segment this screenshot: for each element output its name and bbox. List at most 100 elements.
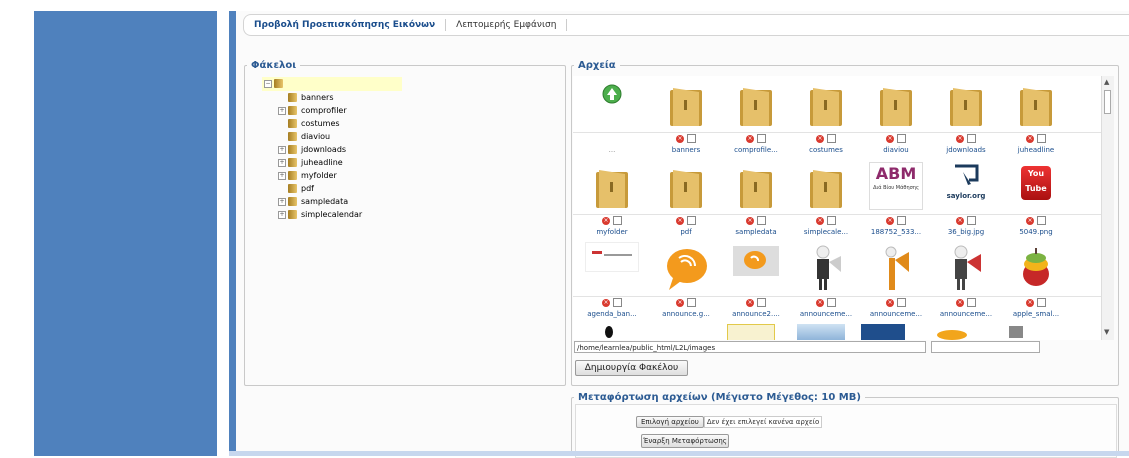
file-item-banners[interactable]: × banners — [651, 76, 721, 158]
file-name[interactable]: apple_smal... — [1003, 310, 1069, 318]
delete-icon[interactable]: × — [886, 298, 894, 307]
file-item-juheadline[interactable]: × juheadline — [1001, 76, 1071, 158]
select-checkbox[interactable] — [827, 298, 836, 307]
delete-icon[interactable]: × — [1026, 298, 1034, 307]
file-item-announcement-2[interactable]: × announceme... — [861, 240, 931, 322]
delete-icon[interactable]: × — [956, 216, 964, 225]
file-name[interactable]: 188752_533... — [863, 228, 929, 236]
file-item-announcement-3[interactable]: × announceme... — [931, 240, 1001, 322]
tree-item-sampledata[interactable]: + sampledata — [278, 197, 348, 206]
file-name[interactable]: announceme... — [933, 310, 999, 318]
delete-icon[interactable]: × — [602, 216, 610, 225]
tab-detail-view[interactable]: Λεπτομερής Εμφάνιση — [446, 19, 568, 31]
file-name[interactable]: banners — [653, 146, 719, 154]
file-item-announcement-1[interactable]: × announceme... — [791, 240, 861, 322]
delete-icon[interactable]: × — [1026, 216, 1034, 225]
file-item-announce2[interactable]: × announce2.... — [721, 240, 791, 322]
delete-icon[interactable]: × — [676, 298, 684, 307]
file-item-costumes[interactable]: × costumes — [791, 76, 861, 158]
tree-item-banners[interactable]: banners — [288, 93, 334, 102]
scroll-down-icon[interactable]: ▼ — [1104, 328, 1109, 336]
select-checkbox[interactable] — [613, 216, 622, 225]
file-item-announce-gif[interactable]: × announce.g... — [651, 240, 721, 322]
delete-icon[interactable]: × — [602, 298, 610, 307]
file-name[interactable]: juheadline — [1003, 146, 1069, 154]
delete-icon[interactable]: × — [746, 298, 754, 307]
file-grid-scrollbar[interactable]: ▲ ▼ — [1101, 76, 1114, 340]
select-checkbox[interactable] — [1037, 298, 1046, 307]
file-item-comprofiler[interactable]: × comprofile... — [721, 76, 791, 158]
file-item-partial[interactable] — [791, 322, 861, 340]
file-name[interactable]: comprofile... — [723, 146, 789, 154]
scrollbar-thumb[interactable] — [1104, 90, 1111, 114]
file-item-image-saylor[interactable]: saylor.org × 36_big.jpg — [931, 158, 1001, 240]
delete-icon[interactable]: × — [956, 298, 964, 307]
tree-item-juheadline[interactable]: + juheadline — [278, 158, 343, 167]
delete-icon[interactable]: × — [676, 216, 684, 225]
select-checkbox[interactable] — [687, 298, 696, 307]
select-checkbox[interactable] — [967, 298, 976, 307]
expand-icon[interactable]: + — [278, 145, 286, 154]
file-name[interactable]: diaviou — [863, 146, 929, 154]
tree-root[interactable]: − — [264, 79, 287, 88]
delete-icon[interactable]: × — [816, 216, 824, 225]
file-item-partial[interactable] — [1001, 322, 1071, 340]
select-checkbox[interactable] — [967, 134, 976, 143]
file-item-partial[interactable] — [721, 322, 791, 340]
delete-icon[interactable]: × — [816, 134, 824, 143]
file-item-sampledata[interactable]: × sampledata — [721, 158, 791, 240]
new-folder-name-field[interactable] — [931, 341, 1040, 353]
file-name[interactable]: simplecale... — [793, 228, 859, 236]
expand-icon[interactable]: + — [278, 171, 286, 180]
file-item-partial[interactable] — [931, 322, 1001, 340]
tree-item-diaviou[interactable]: diaviou — [288, 132, 330, 141]
select-checkbox[interactable] — [687, 216, 696, 225]
tree-item-myfolder[interactable]: + myfolder — [278, 171, 337, 180]
collapse-icon[interactable]: − — [264, 79, 272, 88]
file-name[interactable]: pdf — [653, 228, 719, 236]
file-item-simplecalendar[interactable]: × simplecale... — [791, 158, 861, 240]
select-checkbox[interactable] — [613, 298, 622, 307]
select-checkbox[interactable] — [897, 298, 906, 307]
delete-icon[interactable]: × — [816, 298, 824, 307]
expand-icon[interactable]: + — [278, 210, 286, 219]
select-checkbox[interactable] — [897, 134, 906, 143]
tab-thumbnail-view[interactable]: Προβολή Προεπισκόπησης Εικόνων — [244, 19, 447, 31]
file-name[interactable]: jdownloads — [933, 146, 999, 154]
file-item-apple-small[interactable]: × apple_smal... — [1001, 240, 1071, 322]
delete-icon[interactable]: × — [1026, 134, 1034, 143]
file-name[interactable]: myfolder — [579, 228, 645, 236]
select-checkbox[interactable] — [827, 216, 836, 225]
start-upload-button[interactable]: Έναρξη Μεταφόρτωσης — [641, 434, 729, 448]
delete-icon[interactable]: × — [746, 216, 754, 225]
select-checkbox[interactable] — [827, 134, 836, 143]
file-item-myfolder[interactable]: × myfolder — [577, 158, 647, 240]
expand-icon[interactable]: + — [278, 106, 286, 115]
select-checkbox[interactable] — [1037, 134, 1046, 143]
delete-icon[interactable]: × — [886, 134, 894, 143]
parent-folder-item[interactable]: ... — [577, 76, 647, 158]
tree-item-pdf[interactable]: pdf — [288, 184, 314, 193]
file-name[interactable]: agenda_ban... — [579, 310, 645, 318]
select-checkbox[interactable] — [897, 216, 906, 225]
scroll-up-icon[interactable]: ▲ — [1104, 78, 1109, 86]
delete-icon[interactable]: × — [676, 134, 684, 143]
delete-icon[interactable]: × — [886, 216, 894, 225]
tree-item-comprofiler[interactable]: + comprofiler — [278, 106, 347, 115]
delete-icon[interactable]: × — [956, 134, 964, 143]
tree-item-jdownloads[interactable]: + jdownloads — [278, 145, 346, 154]
file-item-image-abm[interactable]: ABM Διά Βίου Μάθησης × 188752_533... — [861, 158, 931, 240]
file-name[interactable]: costumes — [793, 146, 859, 154]
select-checkbox[interactable] — [757, 134, 766, 143]
file-item-partial[interactable] — [861, 322, 931, 340]
file-name[interactable]: 36_big.jpg — [933, 228, 999, 236]
select-checkbox[interactable] — [1037, 216, 1046, 225]
file-name[interactable]: announceme... — [793, 310, 859, 318]
file-item-image-youtube[interactable]: You Tube × 5049.png — [1001, 158, 1071, 240]
file-name[interactable]: announce2.... — [723, 310, 789, 318]
expand-icon[interactable]: + — [278, 197, 286, 206]
select-checkbox[interactable] — [967, 216, 976, 225]
tree-item-costumes[interactable]: costumes — [288, 119, 340, 128]
file-item-diaviou[interactable]: × diaviou — [861, 76, 931, 158]
file-item-agenda-banner[interactable]: × agenda_ban... — [577, 240, 647, 322]
